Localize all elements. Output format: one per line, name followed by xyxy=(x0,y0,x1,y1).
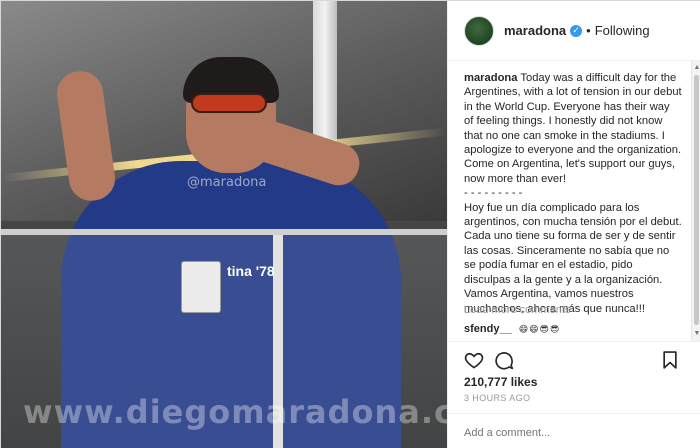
comment-text: 😄😄😎😎 xyxy=(518,325,561,335)
comment-icon[interactable] xyxy=(494,350,514,370)
scrollbar-thumb[interactable] xyxy=(694,75,699,325)
caption-english: Today was a difficult day for the Argent… xyxy=(464,72,682,185)
post-username[interactable]: maradona xyxy=(504,23,566,38)
scroll-down-arrow-icon[interactable]: ▼ xyxy=(693,329,700,339)
caption-username[interactable]: maradona xyxy=(464,72,517,84)
add-comment-bar xyxy=(448,413,700,448)
comment-row: sfendy__ 😄😄😎😎 xyxy=(464,323,560,335)
load-more-comments-link[interactable]: Load more comments xyxy=(464,304,570,316)
bookmark-icon[interactable] xyxy=(660,350,680,370)
header-separator: • xyxy=(586,23,591,38)
photo-shirt-text: tina '78 xyxy=(227,263,275,279)
heart-icon[interactable] xyxy=(464,350,484,370)
photo-site-watermark: www.diegomaradona.com xyxy=(23,393,447,431)
post-timestamp[interactable]: 3 HOURS AGO xyxy=(464,393,530,403)
scroll-up-arrow-icon[interactable]: ▲ xyxy=(693,63,700,73)
comment-username[interactable]: sfendy__ xyxy=(464,323,512,335)
post-caption: maradona Today was a difficult day for t… xyxy=(464,71,682,341)
post-modal: @maradona tina '78 www.diegomaradona.com… xyxy=(0,0,700,448)
photo-sunglasses xyxy=(191,93,267,113)
caption-spanish: Hoy fue un día complicado para los argen… xyxy=(464,201,682,315)
photo-tag-watermark: @maradona xyxy=(187,175,267,190)
comment-input[interactable] xyxy=(464,423,682,443)
avatar[interactable] xyxy=(464,15,494,46)
likes-count[interactable]: 210,777 likes xyxy=(464,375,537,389)
post-side-panel: maradona ✓ • Following maradona Today wa… xyxy=(447,1,700,448)
photo-accreditation-badge xyxy=(181,261,221,313)
following-button[interactable]: Following xyxy=(595,23,650,38)
post-photo[interactable]: @maradona tina '78 www.diegomaradona.com xyxy=(1,1,447,448)
caption-divider: - - - - - - - - - xyxy=(464,187,523,200)
post-action-bar xyxy=(448,341,700,375)
verified-badge-icon: ✓ xyxy=(570,24,583,37)
caption-scrollbar[interactable]: ▲ ▼ xyxy=(691,61,700,341)
post-header: maradona ✓ • Following xyxy=(448,1,700,61)
